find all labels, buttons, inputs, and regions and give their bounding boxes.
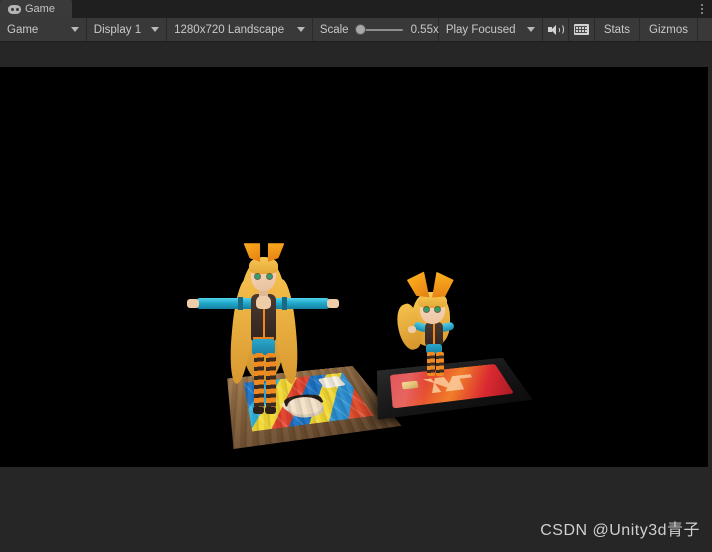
eye-right [435, 307, 440, 312]
foot-left [253, 407, 264, 414]
grid-icon [573, 24, 589, 35]
eye-right [267, 274, 272, 279]
view-mode-label: Game [7, 23, 39, 36]
chevron-down-icon [151, 27, 160, 32]
game-render-canvas[interactable] [0, 67, 708, 467]
display-dropdown[interactable]: Display 1 [86, 18, 168, 41]
leg-left [427, 352, 435, 376]
eye-left [255, 274, 260, 279]
tab-game-label: Game [25, 3, 55, 15]
game-view-panel: CSDN @Unity3d青子 [0, 42, 712, 552]
game-scene [0, 67, 708, 467]
eye-left [424, 307, 429, 312]
view-mode-dropdown[interactable]: Game [0, 18, 87, 41]
aspect-ratio-dropdown[interactable]: 1280x720 Landscape [167, 18, 313, 41]
chest [256, 295, 271, 309]
leg-left [254, 353, 264, 409]
leg-right [436, 352, 444, 376]
chevron-down-icon [527, 27, 536, 32]
watermark-text: CSDN @Unity3d青子 [540, 522, 700, 539]
cuff-left [238, 297, 243, 310]
game-view-toolbar: Game Display 1 1280x720 Landscape Scale … [0, 18, 712, 42]
stats-grid-button[interactable] [568, 18, 595, 41]
leg-right [266, 353, 276, 409]
play-mode-label: Play Focused [445, 23, 516, 36]
scale-slider-group[interactable]: Scale 0.55x [312, 18, 439, 41]
hand-left [408, 326, 416, 333]
scale-slider-handle[interactable] [354, 24, 366, 35]
overflow-dot [701, 4, 703, 6]
hand-left [187, 299, 199, 308]
chevron-down-icon [70, 27, 79, 32]
foot-right [265, 407, 276, 414]
chevron-down-icon [296, 27, 305, 32]
tab-game[interactable]: Game [0, 0, 72, 18]
arm-left [196, 298, 254, 309]
mute-audio-button[interactable] [543, 18, 569, 41]
play-mode-dropdown[interactable]: Play Focused [438, 18, 544, 41]
character-tall-tpose[interactable] [187, 239, 339, 424]
toolbar-spacer [698, 18, 712, 41]
tab-overflow-menu-icon[interactable] [697, 2, 707, 16]
overflow-dot [701, 8, 703, 10]
scale-label: Scale [319, 23, 349, 36]
tab-bar: Game [0, 0, 712, 18]
aspect-ratio-label: 1280x720 Landscape [174, 23, 285, 36]
cuff-right [282, 297, 287, 310]
gizmos-dropdown[interactable]: Gizmos [640, 18, 699, 41]
hand-right [327, 299, 339, 308]
overflow-dot [701, 12, 703, 14]
gamepad-icon [8, 4, 21, 14]
unity-game-window: Game Game Display 1 1280x720 Landscape S… [0, 0, 712, 552]
gizmos-label: Gizmos [649, 23, 689, 36]
character-chibi[interactable] [391, 274, 482, 384]
scale-slider[interactable] [354, 24, 403, 36]
stats-toggle-button[interactable]: Stats [594, 18, 641, 41]
stats-label: Stats [603, 23, 631, 36]
scale-value: 0.55x [410, 23, 439, 36]
arm-right [272, 298, 330, 309]
display-label: Display 1 [93, 23, 142, 36]
speaker-icon [547, 24, 564, 36]
